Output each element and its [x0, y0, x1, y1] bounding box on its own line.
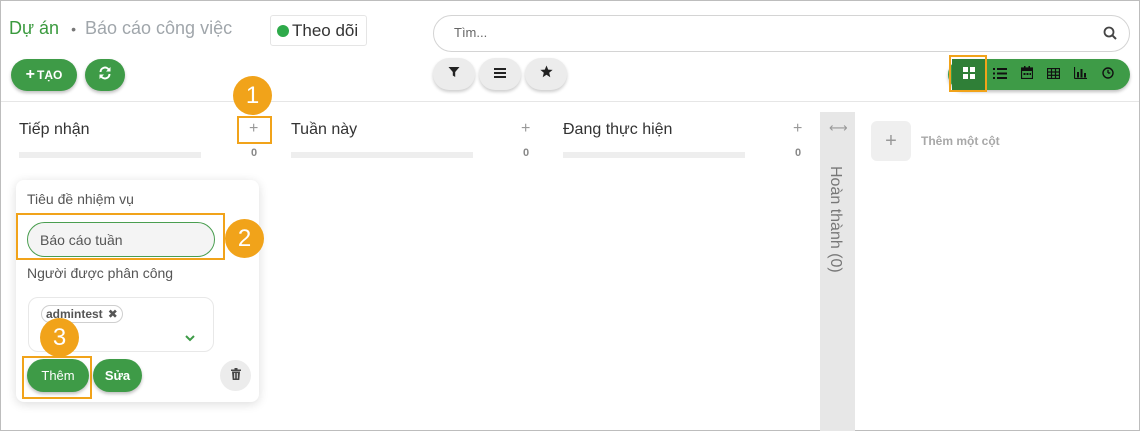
search-input[interactable] — [454, 25, 1074, 40]
breadcrumb: Dự án • Báo cáo công việc — [9, 18, 232, 39]
list-icon — [992, 66, 1007, 84]
expand-arrows-icon: ⟷ — [829, 120, 848, 135]
chevron-down-icon[interactable] — [185, 329, 195, 347]
clock-icon — [1101, 66, 1114, 84]
bar-chart-icon — [1073, 66, 1087, 84]
calendar-view-button[interactable] — [1013, 59, 1040, 90]
pivot-view-button[interactable] — [1040, 59, 1067, 90]
header-divider — [1, 101, 1139, 102]
activity-view-button[interactable] — [1094, 59, 1121, 90]
highlight-kanban-view — [949, 55, 987, 92]
add-column-label[interactable]: Thêm một cột — [921, 134, 1000, 148]
plus-icon: + — [885, 129, 897, 152]
plus-icon: + — [25, 66, 35, 83]
delete-button[interactable] — [220, 360, 251, 391]
follow-button[interactable]: Theo dõi — [270, 15, 368, 46]
column-count: 0 — [251, 147, 258, 159]
refresh-icon — [98, 66, 112, 85]
highlight-task-title — [16, 213, 225, 260]
favorites-button[interactable] — [525, 58, 567, 90]
column-progress-bar — [291, 152, 473, 158]
highlight-add-task — [237, 116, 272, 144]
column-count: 0 — [795, 147, 802, 159]
refresh-button[interactable] — [85, 59, 125, 91]
filter-icon — [448, 65, 460, 83]
folded-column-title: Hoàn thành (0) — [827, 166, 844, 273]
edit-task-button[interactable]: Sửa — [93, 359, 142, 392]
list-lines-icon — [494, 65, 506, 83]
filter-button[interactable] — [433, 58, 475, 90]
group-by-button[interactable] — [479, 58, 521, 90]
create-label: TẠO — [37, 68, 63, 82]
follow-status-dot-icon — [277, 24, 289, 37]
remove-tag-icon[interactable]: ✖ — [108, 307, 118, 321]
search-icon[interactable] — [1103, 26, 1117, 45]
calendar-icon — [1020, 65, 1033, 84]
plus-icon: + — [793, 120, 803, 137]
add-column-button[interactable]: + — [871, 121, 911, 161]
page-title: Báo cáo công việc — [84, 18, 233, 38]
plus-icon: + — [521, 120, 531, 137]
folded-column-hoan-thanh[interactable]: ⟷ Hoàn thành (0) — [820, 112, 855, 431]
column-title-tuan-nay: Tuần này — [291, 121, 358, 138]
search-bar — [433, 15, 1130, 52]
breadcrumb-separator: • — [71, 20, 76, 37]
column-add-task-button[interactable]: + — [521, 120, 530, 138]
create-button[interactable]: + TẠO — [11, 59, 77, 91]
assignee-label: Người được phân công — [27, 265, 174, 281]
table-icon — [1046, 66, 1061, 84]
column-progress-bar — [563, 152, 745, 158]
highlight-add-button — [22, 356, 92, 399]
list-view-button[interactable] — [986, 59, 1013, 90]
trash-icon — [230, 367, 241, 385]
star-icon — [539, 65, 553, 83]
task-title-label: Tiêu đề nhiệm vụ — [27, 191, 134, 207]
column-add-task-button[interactable]: + — [793, 120, 802, 138]
column-progress-bar — [19, 152, 201, 158]
follow-label: Theo dõi — [292, 20, 359, 40]
column-title-tiep-nhan: Tiếp nhận — [19, 121, 90, 138]
annotation-badge-2: 2 — [225, 219, 264, 258]
annotation-badge-3: 3 — [40, 318, 79, 357]
graph-view-button[interactable] — [1067, 59, 1094, 90]
column-count: 0 — [523, 147, 530, 159]
breadcrumb-project-link[interactable]: Dự án — [9, 18, 59, 39]
annotation-badge-1: 1 — [233, 76, 272, 115]
column-title-dang-thuc-hien: Đang thực hiện — [563, 121, 673, 138]
